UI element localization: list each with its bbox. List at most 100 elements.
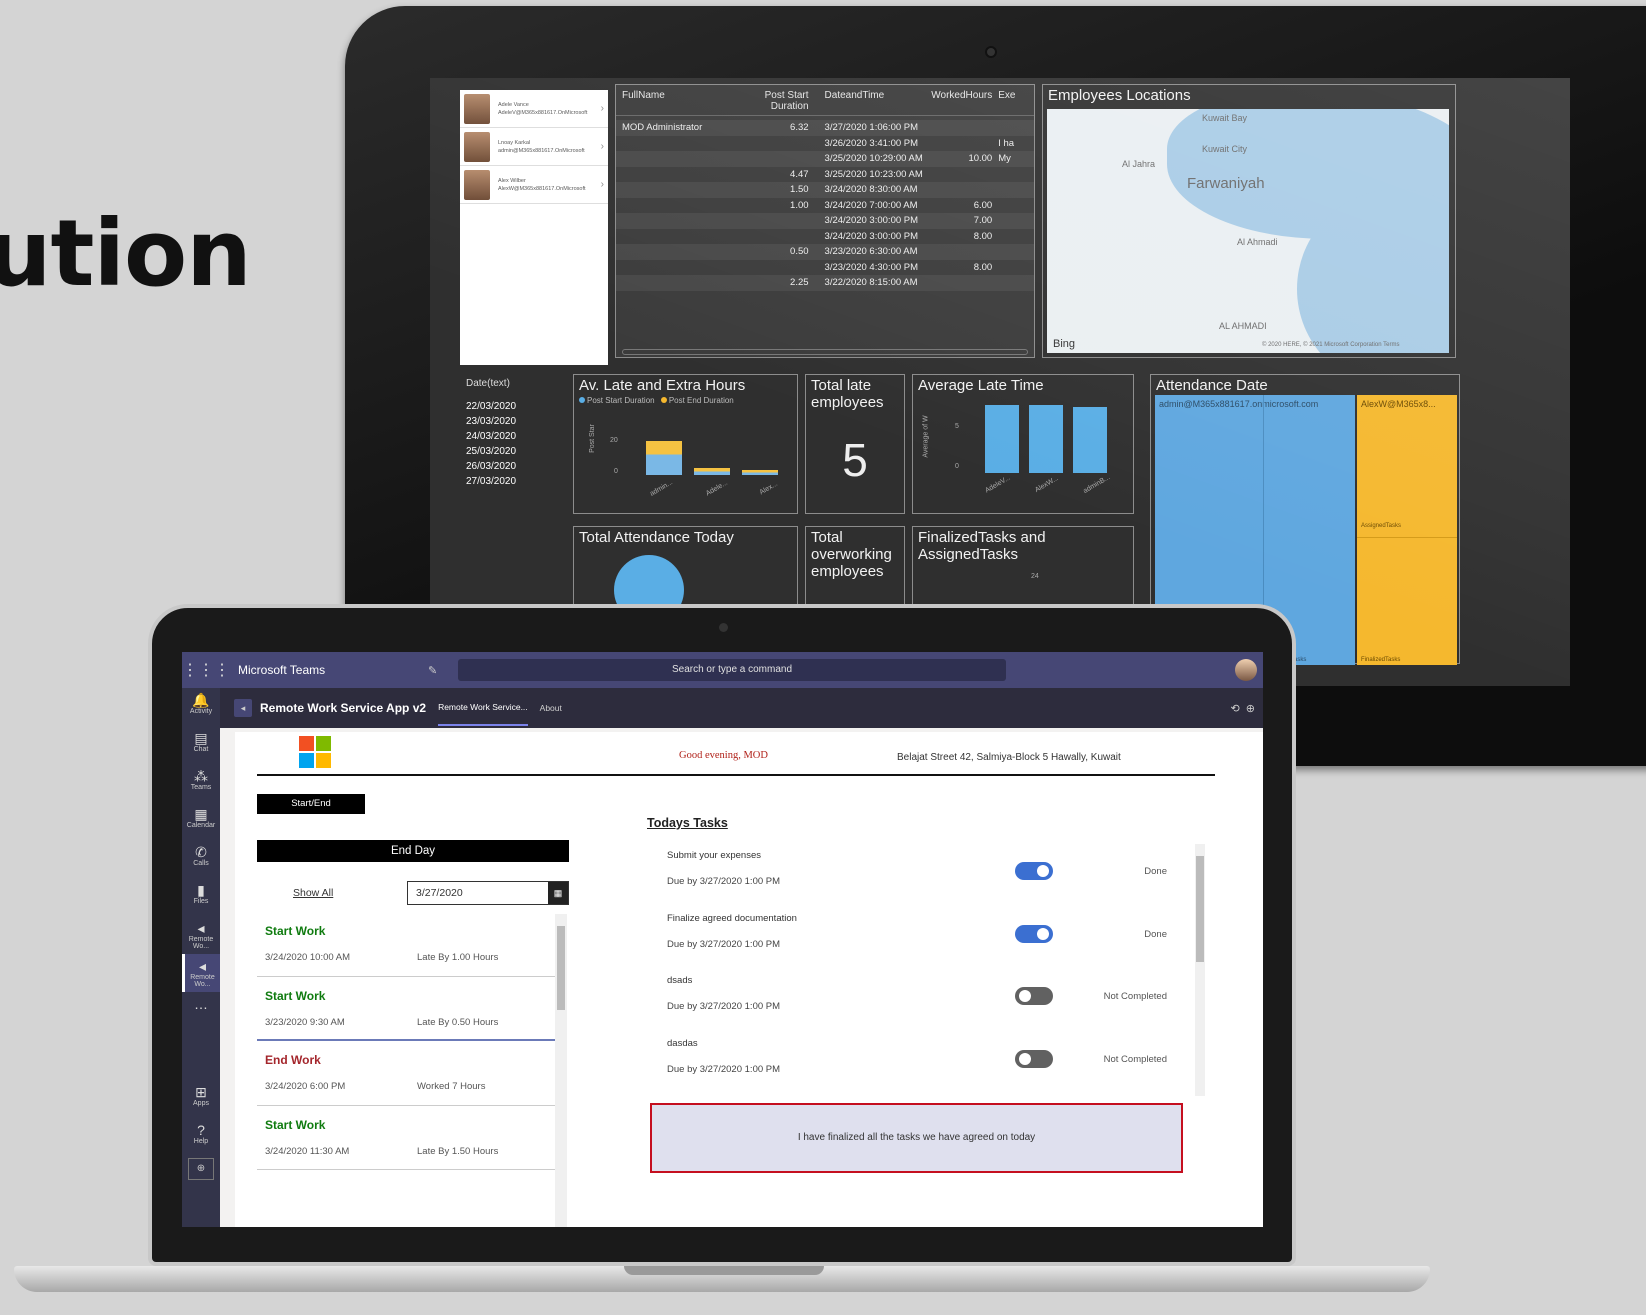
refresh-and-globe-icons[interactable]: ⟲ ⊕ xyxy=(1230,702,1255,715)
col-workedhours[interactable]: WorkedHours xyxy=(929,90,999,112)
bar[interactable] xyxy=(742,470,778,475)
user-email: AlexW@M365x881617.OnMicrosoft xyxy=(498,185,586,192)
task-done-toggle[interactable] xyxy=(1015,924,1053,943)
rail-item[interactable]: ⊞ Apps xyxy=(182,1080,220,1118)
date-slicer-item[interactable]: 26/03/2020 xyxy=(466,459,559,474)
date-slicer-item[interactable]: 27/03/2020 xyxy=(466,474,559,489)
user-card[interactable]: Alex Wilber AlexW@M365x881617.OnMicrosoft… xyxy=(460,166,608,204)
table-cell xyxy=(998,167,1028,183)
map-canvas[interactable]: Kuwait Bay Kuwait City Al Jahra Farwaniy… xyxy=(1047,109,1449,353)
search-input[interactable]: Search or type a command xyxy=(458,659,1006,681)
log-entry[interactable]: Start Work 3/24/2020 11:30 AM Late By 1.50… xyxy=(257,1106,555,1170)
col-exe[interactable]: Exe xyxy=(998,90,1028,112)
rail-item[interactable]: ⁂ Teams xyxy=(182,764,220,802)
table-cell xyxy=(998,260,1028,276)
table-cell: I ha xyxy=(998,137,1015,149)
app-launcher-icon[interactable]: ⋮⋮⋮ xyxy=(182,660,230,680)
table-cell xyxy=(622,213,731,229)
rail-icon: ▦ xyxy=(194,806,208,822)
teams-window: ⋮⋮⋮ Microsoft Teams ✎ Search or type a c… xyxy=(182,652,1263,1227)
tile-label: admin@M365x881617.onmicrosoft.com xyxy=(1159,399,1319,409)
bar[interactable] xyxy=(646,441,682,475)
log-date: 3/24/2020 11:30 AM xyxy=(265,1145,350,1157)
y-axis-label: Post Star xyxy=(588,424,596,453)
log-detail: Late By 1.50 Hours xyxy=(417,1145,499,1157)
tab-about[interactable]: About xyxy=(540,691,562,725)
bar[interactable] xyxy=(1073,407,1107,473)
chevron-right-icon[interactable]: › xyxy=(601,179,604,190)
rail-item[interactable]: 🔔 Activity xyxy=(182,688,220,726)
treemap-tile[interactable]: AlexW@M365x8... AssignedTasks FinalizedT… xyxy=(1357,395,1457,665)
end-of-day-note-input[interactable]: I have finalized all the tasks we have a… xyxy=(650,1103,1183,1173)
date-slicer-item[interactable]: 22/03/2020 xyxy=(466,399,559,414)
task-done-toggle[interactable] xyxy=(1015,987,1053,1005)
start-end-button[interactable]: Start/End xyxy=(257,794,365,814)
bar[interactable] xyxy=(694,468,730,475)
greeting-text: Good evening, MOD xyxy=(679,750,768,761)
rail-item[interactable]: ▦ Calendar xyxy=(182,802,220,840)
rail-item[interactable]: ◂ Remote Wo... xyxy=(182,916,220,954)
rail-item[interactable]: ✆ Calls xyxy=(182,840,220,878)
card-title: Total overworking employees xyxy=(811,529,892,580)
calendar-icon[interactable]: ▦ xyxy=(548,882,568,904)
avatar[interactable] xyxy=(1235,659,1257,681)
table-row[interactable]: 1.50 3/24/2020 8:30:00 AM xyxy=(616,182,1034,198)
table-cell xyxy=(731,229,814,245)
date-slicer-item[interactable]: 23/03/2020 xyxy=(466,414,559,429)
log-entry[interactable]: End Work 3/24/2020 6:00 PM Worked 7 Hours xyxy=(257,1041,555,1106)
tick: 24 xyxy=(1031,573,1039,580)
table-row[interactable]: 3/24/2020 3:00:00 PM 8.00 xyxy=(616,229,1034,245)
rail-item[interactable]: ◂ Remote Wo... xyxy=(182,954,220,992)
table-scrollbar[interactable] xyxy=(622,349,1028,355)
store-icon[interactable]: ⊕ xyxy=(188,1158,214,1180)
bar[interactable] xyxy=(985,405,1019,473)
date-slicer: Date(text) 22/03/2020 23/03/2020 24/03/202… xyxy=(460,374,565,514)
table-cell xyxy=(929,182,999,198)
rail-label: Remote Wo... xyxy=(188,936,214,950)
compose-icon[interactable]: ✎ xyxy=(428,664,458,677)
task-done-toggle[interactable] xyxy=(1015,862,1053,880)
late-extra-hours-chart: Av. Late and Extra Hours Post Start Dura… xyxy=(573,374,798,514)
end-day-button[interactable]: End Day xyxy=(257,840,569,862)
app-header: Good evening, MOD Belajat Street 42, Sal… xyxy=(257,732,1215,776)
tick: 0 xyxy=(614,468,618,475)
log-entry[interactable]: Start Work 3/23/2020 9:30 AM Late By 0.50 … xyxy=(257,977,555,1041)
table-row[interactable]: MOD Administrator 6.32 3/27/2020 1:06:00 P… xyxy=(616,120,1034,136)
rail-item[interactable]: … xyxy=(182,992,220,1030)
date-picker-input[interactable]: 3/27/2020 ▦ xyxy=(407,881,569,905)
col-dateandtime[interactable]: DateandTime xyxy=(815,90,929,112)
date-slicer-item[interactable]: 25/03/2020 xyxy=(466,444,559,459)
log-entry[interactable]: Start Work 3/24/2020 10:00 AM Late By 1.00… xyxy=(257,912,555,977)
teams-app-name: Microsoft Teams xyxy=(238,663,326,677)
table-cell xyxy=(998,275,1028,291)
tab-remote-work-service[interactable]: Remote Work Service... xyxy=(438,690,528,726)
user-card[interactable]: Adele Vance AdeleV@M365x881617.OnMicrosof… xyxy=(460,90,608,128)
log-list-scrollbar[interactable] xyxy=(555,914,567,1227)
task-list-scrollbar[interactable] xyxy=(1195,844,1205,1096)
col-fullname[interactable]: FullName xyxy=(622,90,731,112)
show-all-link[interactable]: Show All xyxy=(293,887,333,899)
rail-icon: … xyxy=(194,996,208,1012)
chevron-right-icon[interactable]: › xyxy=(601,141,604,152)
rail-item[interactable]: ? Help xyxy=(182,1118,220,1156)
table-row[interactable]: 2.25 3/22/2020 8:15:00 AM xyxy=(616,275,1034,291)
bar[interactable] xyxy=(1029,405,1063,473)
card-title: Total late employees xyxy=(811,377,884,411)
table-row[interactable]: 3/25/2020 10:29:00 AM 10.00 My xyxy=(616,151,1034,167)
user-card[interactable]: Lnoay Karkal admin@M365x881617.OnMicrosof… xyxy=(460,128,608,166)
table-row[interactable]: 3/23/2020 4:30:00 PM 8.00 xyxy=(616,260,1034,276)
rail-item[interactable]: ▤ Chat xyxy=(182,726,220,764)
table-row[interactable]: 3/26/2020 3:41:00 PM I ha xyxy=(616,136,1034,152)
rail-item[interactable]: ▮ Files xyxy=(182,878,220,916)
table-cell: 8.00 xyxy=(973,230,993,242)
table-row[interactable]: 1.00 3/24/2020 7:00:00 AM 6.00 xyxy=(616,198,1034,214)
table-cell xyxy=(622,244,731,260)
task-done-toggle[interactable] xyxy=(1015,1049,1053,1068)
table-row[interactable]: 0.50 3/23/2020 6:30:00 AM xyxy=(616,244,1034,260)
table-row[interactable]: 4.47 3/25/2020 10:23:00 AM xyxy=(616,167,1034,183)
table-row[interactable]: 3/24/2020 3:00:00 PM 7.00 xyxy=(616,213,1034,229)
col-post-start[interactable]: Post Start Duration xyxy=(731,90,814,112)
log-detail: Late By 1.00 Hours xyxy=(417,952,499,963)
chevron-right-icon[interactable]: › xyxy=(601,103,604,114)
date-slicer-item[interactable]: 24/03/2020 xyxy=(466,429,559,444)
